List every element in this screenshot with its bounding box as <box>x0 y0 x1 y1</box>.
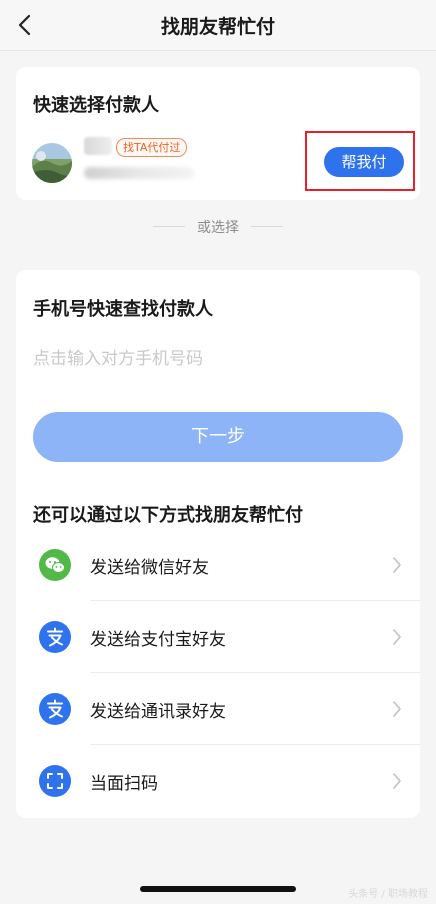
option-label: 当面扫码 <box>90 774 158 794</box>
phone-lookup-title: 手机号快速查找付款人 <box>33 299 213 320</box>
home-indicator <box>140 886 296 892</box>
option-label: 发送给微信好友 <box>90 558 209 578</box>
nav-bar: 找朋友帮忙付 <box>0 0 436 51</box>
chevron-right-icon <box>393 557 401 573</box>
option-contacts-friend[interactable]: 发送给通讯录好友 <box>16 673 420 745</box>
help-pay-button[interactable]: 帮我付 <box>324 147 404 177</box>
alipay-icon <box>39 621 71 653</box>
quick-select-title: 快速选择付款人 <box>33 95 159 116</box>
chevron-right-icon <box>393 773 401 789</box>
phone-input[interactable] <box>33 346 403 372</box>
option-label: 发送给通讯录好友 <box>90 702 226 722</box>
payer-name-blurred <box>84 137 112 155</box>
option-label: 发送给支付宝好友 <box>90 630 226 650</box>
chevron-right-icon <box>393 629 401 645</box>
payer-account-blurred <box>84 167 194 179</box>
watermark: 头条号 / 职场教程 <box>348 889 428 900</box>
divider-text: 或选择 <box>197 220 239 236</box>
payer-tag: 找TA代付过 <box>116 138 188 157</box>
quick-select-card: 快速选择付款人 找TA代付过 帮我付 <box>16 67 420 200</box>
option-scan-in-person[interactable]: 当面扫码 <box>16 745 420 817</box>
avatar <box>32 143 72 183</box>
wechat-icon <box>39 549 71 581</box>
or-divider: 或选择 <box>0 216 436 236</box>
scan-icon <box>39 765 71 797</box>
page-title: 找朋友帮忙付 <box>160 16 275 38</box>
other-methods-title: 还可以通过以下方式找朋友帮忙付 <box>33 505 303 526</box>
phone-lookup-card: 手机号快速查找付款人 下一步 还可以通过以下方式找朋友帮忙付 发送给微信好友 发… <box>16 270 420 818</box>
option-wechat-friend[interactable]: 发送给微信好友 <box>16 529 420 601</box>
chevron-right-icon <box>393 701 401 717</box>
next-step-button[interactable]: 下一步 <box>33 412 403 462</box>
alipay-icon <box>39 693 71 725</box>
divider-line-right <box>251 226 283 227</box>
option-alipay-friend[interactable]: 发送给支付宝好友 <box>16 601 420 673</box>
